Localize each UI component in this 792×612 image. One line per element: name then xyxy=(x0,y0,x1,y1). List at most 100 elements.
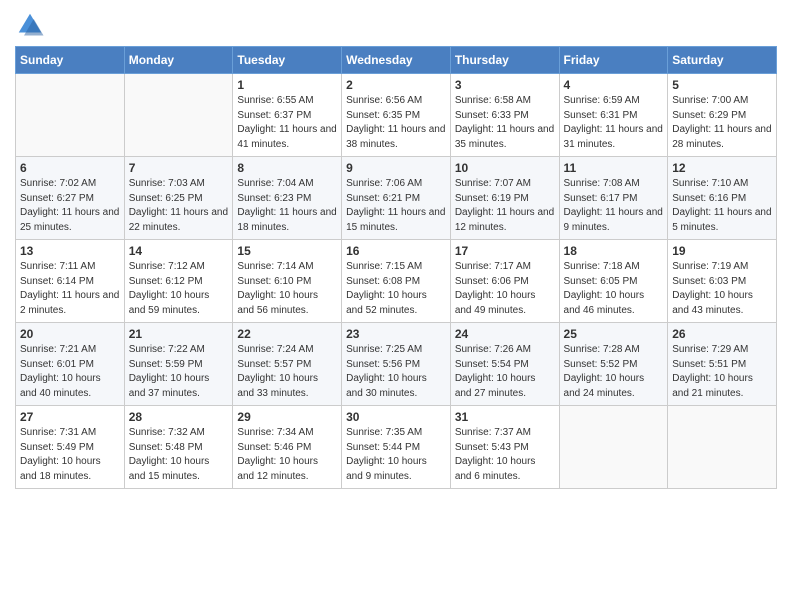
day-info: Sunrise: 7:00 AM Sunset: 6:29 PM Dayligh… xyxy=(672,94,772,152)
day-number: 8 xyxy=(237,161,337,175)
day-cell: 14 Sunrise: 7:12 AM Sunset: 6:12 PM Dayli… xyxy=(124,240,233,323)
weekday-header-wednesday: Wednesday xyxy=(342,47,451,74)
weekday-header-tuesday: Tuesday xyxy=(233,47,342,74)
day-number: 28 xyxy=(129,410,229,424)
day-number: 2 xyxy=(346,78,446,92)
day-cell: 19 Sunrise: 7:19 AM Sunset: 6:03 PM Dayli… xyxy=(668,240,777,323)
day-info: Sunrise: 7:21 AM Sunset: 6:01 PM Dayligh… xyxy=(20,343,120,401)
day-cell: 23Sunrise: 7:25 AM Sunset: 5:56 PM Dayli… xyxy=(342,323,451,406)
day-cell: 22 Sunrise: 7:24 AM Sunset: 5:57 PM Dayli… xyxy=(233,323,342,406)
day-info: Sunrise: 7:06 AM Sunset: 6:21 PM Dayligh… xyxy=(346,177,446,235)
weekday-header-row: SundayMondayTuesdayWednesdayThursdayFrid… xyxy=(16,47,777,74)
day-number: 14 xyxy=(129,244,229,258)
day-cell: 30 Sunrise: 7:35 AM Sunset: 5:44 PM Dayli… xyxy=(342,406,451,489)
day-cell: 15 Sunrise: 7:14 AM Sunset: 6:10 PM Dayli… xyxy=(233,240,342,323)
day-number: 11 xyxy=(564,161,664,175)
day-number: 1 xyxy=(237,78,337,92)
day-cell: 2 Sunrise: 6:56 AM Sunset: 6:35 PM Daylig… xyxy=(342,74,451,157)
day-info: Sunrise: 7:18 AM Sunset: 6:05 PM Dayligh… xyxy=(564,260,664,318)
day-cell: 17 Sunrise: 7:17 AM Sunset: 6:06 PM Dayli… xyxy=(450,240,559,323)
day-info: Sunrise: 7:10 AM Sunset: 6:16 PM Dayligh… xyxy=(672,177,772,235)
day-cell: 5 Sunrise: 7:00 AM Sunset: 6:29 PM Daylig… xyxy=(668,74,777,157)
week-row-1: 6Sunrise: 7:02 AM Sunset: 6:27 PM Daylig… xyxy=(16,157,777,240)
day-number: 7 xyxy=(129,161,229,175)
day-cell: 16 Sunrise: 7:15 AM Sunset: 6:08 PM Dayli… xyxy=(342,240,451,323)
day-cell xyxy=(124,74,233,157)
day-number: 20 xyxy=(20,327,120,341)
day-info: Sunrise: 6:58 AM Sunset: 6:33 PM Dayligh… xyxy=(455,94,555,152)
day-info: Sunrise: 7:07 AM Sunset: 6:19 PM Dayligh… xyxy=(455,177,555,235)
day-cell: 12 Sunrise: 7:10 AM Sunset: 6:16 PM Dayli… xyxy=(668,157,777,240)
header xyxy=(15,10,777,40)
day-number: 4 xyxy=(564,78,664,92)
day-info: Sunrise: 6:59 AM Sunset: 6:31 PM Dayligh… xyxy=(564,94,664,152)
day-cell: 4 Sunrise: 6:59 AM Sunset: 6:31 PM Daylig… xyxy=(559,74,668,157)
day-info: Sunrise: 7:35 AM Sunset: 5:44 PM Dayligh… xyxy=(346,426,446,484)
day-cell: 20 Sunrise: 7:21 AM Sunset: 6:01 PM Dayli… xyxy=(16,323,125,406)
weekday-header-friday: Friday xyxy=(559,47,668,74)
day-number: 10 xyxy=(455,161,555,175)
day-cell xyxy=(668,406,777,489)
page: SundayMondayTuesdayWednesdayThursdayFrid… xyxy=(0,0,792,504)
day-cell: 3 Sunrise: 6:58 AM Sunset: 6:33 PM Daylig… xyxy=(450,74,559,157)
day-number: 22 xyxy=(237,327,337,341)
week-row-2: 13 Sunrise: 7:11 AM Sunset: 6:14 PM Dayli… xyxy=(16,240,777,323)
day-info: Sunrise: 7:15 AM Sunset: 6:08 PM Dayligh… xyxy=(346,260,446,318)
day-info: Sunrise: 7:17 AM Sunset: 6:06 PM Dayligh… xyxy=(455,260,555,318)
day-number: 24 xyxy=(455,327,555,341)
day-info: Sunrise: 7:28 AM Sunset: 5:52 PM Dayligh… xyxy=(564,343,664,401)
week-row-0: 1 Sunrise: 6:55 AM Sunset: 6:37 PM Daylig… xyxy=(16,74,777,157)
day-cell: 11 Sunrise: 7:08 AM Sunset: 6:17 PM Dayli… xyxy=(559,157,668,240)
day-number: 18 xyxy=(564,244,664,258)
day-number: 19 xyxy=(672,244,772,258)
day-number: 31 xyxy=(455,410,555,424)
day-cell: 26Sunrise: 7:29 AM Sunset: 5:51 PM Dayli… xyxy=(668,323,777,406)
day-cell: 10 Sunrise: 7:07 AM Sunset: 6:19 PM Dayli… xyxy=(450,157,559,240)
day-cell: 24 Sunrise: 7:26 AM Sunset: 5:54 PM Dayli… xyxy=(450,323,559,406)
week-row-3: 20 Sunrise: 7:21 AM Sunset: 6:01 PM Dayli… xyxy=(16,323,777,406)
day-cell: 21 Sunrise: 7:22 AM Sunset: 5:59 PM Dayli… xyxy=(124,323,233,406)
day-number: 17 xyxy=(455,244,555,258)
day-info: Sunrise: 7:32 AM Sunset: 5:48 PM Dayligh… xyxy=(129,426,229,484)
day-info: Sunrise: 7:14 AM Sunset: 6:10 PM Dayligh… xyxy=(237,260,337,318)
day-cell: 6Sunrise: 7:02 AM Sunset: 6:27 PM Daylig… xyxy=(16,157,125,240)
weekday-header-monday: Monday xyxy=(124,47,233,74)
day-number: 15 xyxy=(237,244,337,258)
day-cell: 18 Sunrise: 7:18 AM Sunset: 6:05 PM Dayli… xyxy=(559,240,668,323)
day-cell: 31 Sunrise: 7:37 AM Sunset: 5:43 PM Dayli… xyxy=(450,406,559,489)
day-info: Sunrise: 7:12 AM Sunset: 6:12 PM Dayligh… xyxy=(129,260,229,318)
day-number: 5 xyxy=(672,78,772,92)
weekday-header-thursday: Thursday xyxy=(450,47,559,74)
day-info: Sunrise: 7:37 AM Sunset: 5:43 PM Dayligh… xyxy=(455,426,555,484)
day-info: Sunrise: 7:24 AM Sunset: 5:57 PM Dayligh… xyxy=(237,343,337,401)
day-cell: 7 Sunrise: 7:03 AM Sunset: 6:25 PM Daylig… xyxy=(124,157,233,240)
day-info: Sunrise: 7:31 AM Sunset: 5:49 PM Dayligh… xyxy=(20,426,120,484)
day-info: Sunrise: 7:11 AM Sunset: 6:14 PM Dayligh… xyxy=(20,260,120,318)
day-number: 27 xyxy=(20,410,120,424)
calendar-table: SundayMondayTuesdayWednesdayThursdayFrid… xyxy=(15,46,777,489)
day-cell: 29Sunrise: 7:34 AM Sunset: 5:46 PM Dayli… xyxy=(233,406,342,489)
day-cell: 28 Sunrise: 7:32 AM Sunset: 5:48 PM Dayli… xyxy=(124,406,233,489)
day-number: 3 xyxy=(455,78,555,92)
week-row-4: 27 Sunrise: 7:31 AM Sunset: 5:49 PM Dayli… xyxy=(16,406,777,489)
day-info: Sunrise: 7:26 AM Sunset: 5:54 PM Dayligh… xyxy=(455,343,555,401)
day-info: Sunrise: 6:56 AM Sunset: 6:35 PM Dayligh… xyxy=(346,94,446,152)
day-info: Sunrise: 7:03 AM Sunset: 6:25 PM Dayligh… xyxy=(129,177,229,235)
day-info: Sunrise: 7:19 AM Sunset: 6:03 PM Dayligh… xyxy=(672,260,772,318)
day-number: 29 xyxy=(237,410,337,424)
day-number: 16 xyxy=(346,244,446,258)
day-number: 21 xyxy=(129,327,229,341)
day-cell: 8Sunrise: 7:04 AM Sunset: 6:23 PM Daylig… xyxy=(233,157,342,240)
day-info: Sunrise: 7:08 AM Sunset: 6:17 PM Dayligh… xyxy=(564,177,664,235)
day-info: Sunrise: 7:29 AM Sunset: 5:51 PM Dayligh… xyxy=(672,343,772,401)
day-number: 9 xyxy=(346,161,446,175)
day-info: Sunrise: 7:02 AM Sunset: 6:27 PM Dayligh… xyxy=(20,177,120,235)
day-number: 30 xyxy=(346,410,446,424)
day-number: 12 xyxy=(672,161,772,175)
day-info: Sunrise: 7:25 AM Sunset: 5:56 PM Dayligh… xyxy=(346,343,446,401)
weekday-header-sunday: Sunday xyxy=(16,47,125,74)
day-number: 13 xyxy=(20,244,120,258)
day-info: Sunrise: 7:22 AM Sunset: 5:59 PM Dayligh… xyxy=(129,343,229,401)
day-info: Sunrise: 6:55 AM Sunset: 6:37 PM Dayligh… xyxy=(237,94,337,152)
day-number: 25 xyxy=(564,327,664,341)
